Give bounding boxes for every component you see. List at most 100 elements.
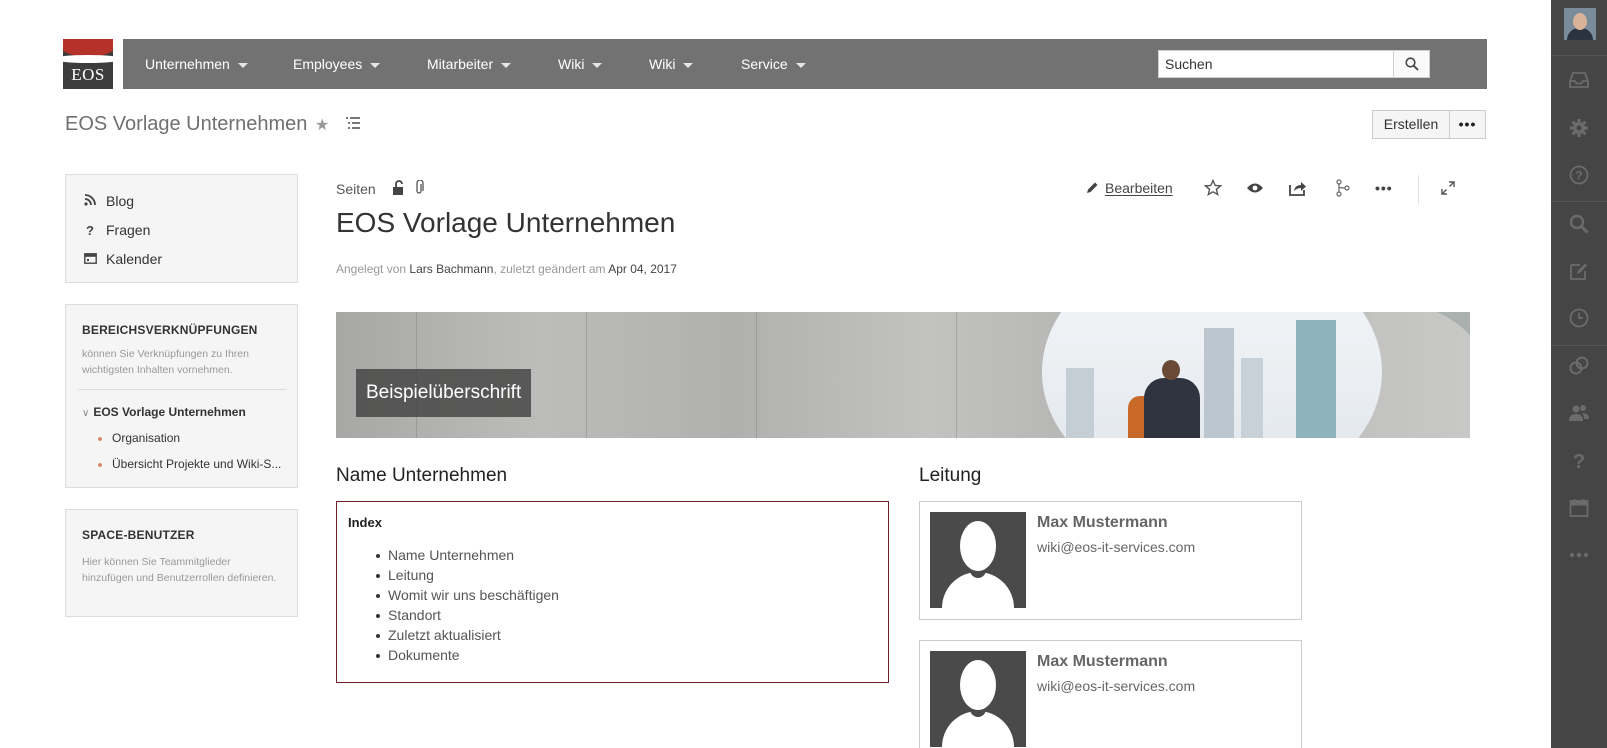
search-icon[interactable]	[1567, 212, 1591, 236]
concrete-seam	[756, 312, 757, 438]
index-item[interactable]: Leitung	[376, 565, 559, 585]
avatar-face	[1573, 13, 1587, 30]
expand-icon[interactable]	[1441, 176, 1455, 200]
index-item[interactable]: Zuletzt aktualisiert	[376, 625, 559, 645]
chevron-down-icon: ∨	[82, 408, 90, 419]
tree-root-item[interactable]: ∨ EOS Vorlage Unternehmen	[82, 405, 246, 419]
tree-item-uebersicht[interactable]: Übersicht Projekte und Wiki-S...	[98, 457, 281, 471]
favorite-star-icon[interactable]	[1204, 176, 1222, 200]
nav-item-wiki-1[interactable]: Wiki	[558, 39, 603, 89]
person-shape	[1144, 378, 1200, 438]
pencil-icon	[1087, 182, 1098, 193]
caret-down-icon	[501, 62, 512, 68]
question-icon[interactable]: ?	[1567, 449, 1591, 473]
index-item[interactable]: Dokumente	[376, 645, 559, 665]
sidebar-item-kalender[interactable]: Kalender	[82, 251, 162, 267]
sidebar-label: Kalender	[106, 251, 163, 267]
caret-down-icon	[683, 62, 694, 68]
concrete-seam	[956, 312, 957, 438]
rss-icon	[82, 194, 98, 209]
users-description: Hier können Sie Teammitglieder hinzufüge…	[82, 556, 277, 584]
attachment-icon[interactable]	[414, 179, 424, 201]
sidebar-shortcuts-box: BEREICHSVERKNÜPFUNGEN können Sie Verknüp…	[65, 304, 298, 488]
eos-logo[interactable]: EOS	[63, 39, 113, 89]
breadcrumb[interactable]: Seiten	[336, 181, 376, 197]
list-icon[interactable]	[346, 116, 360, 135]
tree-root-label: EOS Vorlage Unternehmen	[93, 405, 246, 419]
create-button[interactable]: Erstellen	[1372, 110, 1450, 139]
confluence-page: EOS Unternehmen Employees Mitarbeiter Wi…	[0, 0, 1607, 748]
page-metadata: Angelegt von Lars Bachmann, zuletzt geän…	[336, 262, 677, 276]
nav-item-mitarbeiter[interactable]: Mitarbeiter	[427, 39, 512, 89]
nav-label: Unternehmen	[145, 56, 230, 72]
index-panel: Index Name Unternehmen Leitung Womit wir…	[336, 501, 889, 683]
building	[1066, 368, 1094, 438]
space-title[interactable]: EOS Vorlage Unternehmen	[65, 113, 307, 136]
nav-item-employees[interactable]: Employees	[293, 39, 381, 89]
edit-button[interactable]: Bearbeiten	[1085, 176, 1173, 200]
bullet-icon	[376, 574, 380, 579]
share-icon[interactable]	[1289, 176, 1307, 200]
svg-text:?: ?	[1573, 451, 1585, 471]
person-email[interactable]: wiki@eos-it-services.com	[1037, 678, 1195, 694]
nav-item-unternehmen[interactable]: Unternehmen	[145, 39, 248, 89]
person-name[interactable]: Max Mustermann	[1037, 653, 1168, 671]
star-icon[interactable]: ★	[315, 115, 329, 135]
calendar-icon[interactable]	[1567, 496, 1591, 520]
watch-eye-icon[interactable]	[1246, 176, 1264, 200]
unlock-icon[interactable]	[392, 180, 406, 201]
index-link[interactable]: Dokumente	[388, 647, 460, 663]
index-item[interactable]: Standort	[376, 605, 559, 625]
nav-item-wiki-2[interactable]: Wiki	[649, 39, 694, 89]
space-more-button[interactable]: •••	[1449, 110, 1486, 139]
user-avatar[interactable]	[1564, 8, 1596, 40]
workflow-icon[interactable]	[1336, 176, 1350, 200]
link-icon[interactable]	[1567, 354, 1591, 378]
edit-label: Bearbeiten	[1105, 180, 1173, 196]
index-link[interactable]: Standort	[388, 607, 441, 623]
shortcuts-heading: BEREICHSVERKNÜPFUNGEN	[82, 323, 258, 337]
person-shape	[1162, 360, 1180, 380]
avatar	[930, 512, 1026, 608]
bullet-icon	[98, 462, 102, 467]
sidebar-item-fragen[interactable]: ? Fragen	[82, 222, 150, 238]
more-icon[interactable]	[1567, 543, 1591, 567]
nav-item-service[interactable]: Service	[741, 39, 806, 89]
changed-date[interactable]: Apr 04, 2017	[608, 262, 677, 276]
tree-label: Übersicht Projekte und Wiki-S...	[112, 457, 282, 471]
page-more-icon[interactable]: •••	[1375, 176, 1393, 200]
sidebar-users-box: SPACE-BENUTZER Hier können Sie Teammitgl…	[65, 509, 298, 617]
logo-swoosh-highlight	[63, 55, 113, 63]
search-button[interactable]	[1393, 51, 1429, 77]
section-heading-name: Name Unternehmen	[336, 465, 508, 486]
question-icon: ?	[86, 223, 94, 238]
index-link[interactable]: Zuletzt aktualisiert	[388, 627, 501, 643]
index-link[interactable]: Name Unternehmen	[388, 547, 514, 563]
index-item[interactable]: Womit wir uns beschäftigen	[376, 585, 559, 605]
clock-icon[interactable]	[1567, 306, 1591, 330]
person-name[interactable]: Max Mustermann	[1037, 514, 1168, 532]
index-title: Index	[348, 515, 382, 530]
action-divider	[1418, 175, 1419, 205]
nav-label: Employees	[293, 56, 363, 72]
edit-icon[interactable]	[1567, 259, 1591, 283]
sidebar-item-blog[interactable]: Blog	[82, 193, 134, 209]
index-item[interactable]: Name Unternehmen	[376, 545, 559, 565]
person-email[interactable]: wiki@eos-it-services.com	[1037, 539, 1195, 555]
concrete-seam	[586, 312, 587, 438]
index-link[interactable]: Womit wir uns beschäftigen	[388, 587, 559, 603]
index-link[interactable]: Leitung	[388, 567, 434, 583]
header-banner-image: Beispielüberschrift	[336, 312, 1470, 438]
author-link[interactable]: Lars Bachmann	[409, 262, 493, 276]
help-icon[interactable]: ?	[1567, 163, 1591, 187]
rail-divider	[1551, 345, 1607, 346]
avatar-head-icon	[960, 521, 996, 571]
gear-icon[interactable]	[1567, 116, 1591, 140]
search-input[interactable]	[1159, 51, 1429, 77]
caret-down-icon	[237, 62, 248, 68]
rail-divider	[1551, 201, 1607, 202]
inbox-icon[interactable]	[1567, 68, 1591, 92]
tree-item-organisation[interactable]: Organisation	[98, 431, 180, 445]
divider	[78, 389, 286, 390]
people-icon[interactable]	[1567, 401, 1591, 425]
